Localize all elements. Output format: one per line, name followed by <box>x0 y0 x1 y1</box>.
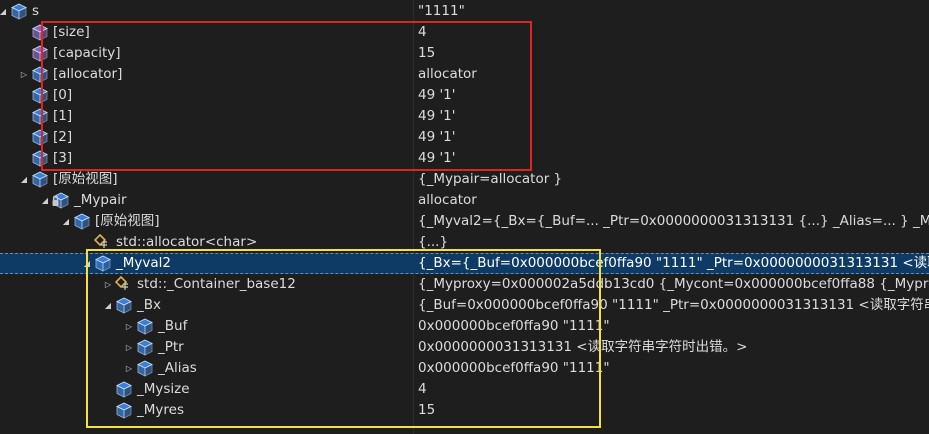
field-icon <box>115 402 133 419</box>
tree-row[interactable]: [1] 49 '1' <box>0 106 929 127</box>
variable-value[interactable]: 0x000000bcef0ffa90 "1111" <box>418 358 610 379</box>
collapsed-arrow-icon[interactable]: ▷ <box>124 358 134 379</box>
expanded-arrow-icon[interactable]: ◢ <box>82 254 92 273</box>
field-icon <box>31 66 49 83</box>
tree-row[interactable]: [3] 49 '1' <box>0 148 929 169</box>
variable-value[interactable]: allocator <box>418 190 477 211</box>
tree-row[interactable]: [0] 49 '1' <box>0 85 929 106</box>
tree-row[interactable]: ▷ [allocator] allocator <box>0 64 929 85</box>
variable-name: std::allocator<char> <box>116 234 258 250</box>
variable-value[interactable]: {_Bx={_Buf=0x000000bcef0ffa90 "1111" _Pt… <box>418 254 929 273</box>
variable-value[interactable]: 49 '1' <box>418 85 455 106</box>
tree-row[interactable]: ◢ [原始视图] {_Myval2={_Bx={_Buf=... _Ptr=0x00… <box>0 211 929 232</box>
field-icon <box>31 108 49 125</box>
tree-row[interactable]: _Myres 15 <box>0 400 929 421</box>
tree-row[interactable]: [capacity] 15 <box>0 43 929 64</box>
variable-name: [capacity] <box>53 45 121 61</box>
variable-name: [allocator] <box>53 66 123 82</box>
tree-row[interactable]: ◢ _Mypair allocator <box>0 190 929 211</box>
variable-name: [原始视图] <box>95 213 160 229</box>
variable-value[interactable]: 4 <box>418 379 427 400</box>
tree-row[interactable]: ▷ _Buf 0x000000bcef0ffa90 "1111" <box>0 316 929 337</box>
tree-row[interactable]: ▷ _Ptr 0x0000000031313131 <读取字符串字符时出错。> <box>0 337 929 358</box>
tree-row[interactable]: ▷ std::_Container_base12 {_Myproxy=0x00000… <box>0 274 929 295</box>
variable-value[interactable]: {_Buf=0x000000bcef0ffa90 "1111" _Ptr=0x0… <box>418 295 929 316</box>
field-icon <box>10 3 28 20</box>
field-icon <box>31 87 49 104</box>
collapsed-arrow-icon[interactable]: ▷ <box>103 274 113 295</box>
expanded-arrow-icon[interactable]: ◢ <box>19 169 29 190</box>
tree-row[interactable]: ◢ _Myval2 {_Bx={_Buf=0x000000bcef0ffa90 "1… <box>0 253 929 274</box>
variable-name: [size] <box>53 24 90 40</box>
variable-value[interactable]: 49 '1' <box>418 127 455 148</box>
expanded-arrow-icon[interactable]: ◢ <box>61 211 71 232</box>
variable-name: s <box>32 3 40 19</box>
variable-name: _Myres <box>137 402 184 418</box>
variable-name: [原始视图] <box>53 171 118 187</box>
private-field-icon <box>52 192 70 209</box>
variable-name: std::_Container_base12 <box>137 276 296 292</box>
base-class-icon <box>93 233 112 251</box>
expanded-arrow-icon[interactable]: ◢ <box>103 295 113 316</box>
watch-tree: ◢ s "1111" [size] 4 [capacity] 15 ▷ [allocator] a… <box>0 0 929 434</box>
property-icon <box>31 24 49 41</box>
variable-value[interactable]: 0x0000000031313131 <读取字符串字符时出错。> <box>418 337 747 358</box>
field-icon <box>73 213 91 230</box>
variable-value[interactable]: 15 <box>418 400 435 421</box>
variable-name: _Bx <box>137 297 162 313</box>
field-icon <box>31 129 49 146</box>
tree-row[interactable]: _Mysize 4 <box>0 379 929 400</box>
field-icon <box>115 297 133 314</box>
tree-row[interactable]: ◢ s "1111" <box>0 1 929 22</box>
tree-row[interactable]: std::allocator<char> {...} <box>0 232 929 253</box>
field-icon <box>94 255 112 272</box>
variable-name: _Mysize <box>137 381 190 397</box>
variable-value[interactable]: {...} <box>418 232 448 253</box>
tree-row[interactable]: [2] 49 '1' <box>0 127 929 148</box>
field-icon <box>31 171 49 188</box>
collapsed-arrow-icon[interactable]: ▷ <box>124 316 134 337</box>
variable-name: [0] <box>53 87 73 103</box>
variable-name: _Mypair <box>74 192 127 208</box>
expanded-arrow-icon[interactable]: ◢ <box>40 190 50 211</box>
variable-name: [1] <box>53 108 73 124</box>
variable-value[interactable]: allocator <box>418 64 477 85</box>
tree-row[interactable]: ◢ [原始视图] {_Mypair=allocator } <box>0 169 929 190</box>
base-class-icon <box>114 275 133 293</box>
field-icon <box>115 381 133 398</box>
tree-row[interactable]: [size] 4 <box>0 22 929 43</box>
field-icon <box>31 150 49 167</box>
variable-value[interactable]: 15 <box>418 43 435 64</box>
field-icon <box>136 339 154 356</box>
variable-name: _Myval2 <box>116 255 171 271</box>
variable-name: _Buf <box>158 318 188 334</box>
variable-value[interactable]: 4 <box>418 22 427 43</box>
variable-name: _Alias <box>158 360 197 376</box>
expanded-arrow-icon[interactable]: ◢ <box>0 1 8 22</box>
tree-row[interactable]: ◢ _Bx {_Buf=0x000000bcef0ffa90 "1111" _Ptr… <box>0 295 929 316</box>
variable-value[interactable]: "1111" <box>418 1 465 22</box>
variable-value[interactable]: {_Myval2={_Bx={_Buf=... _Ptr=0x000000003… <box>418 211 929 232</box>
variable-name: [3] <box>53 150 73 166</box>
variable-value[interactable]: {_Myproxy=0x000002a5ddb13cd0 {_Mycont=0x… <box>418 274 929 295</box>
variable-name: _Ptr <box>158 339 184 355</box>
collapsed-arrow-icon[interactable]: ▷ <box>19 64 29 85</box>
property-icon <box>31 45 49 62</box>
variable-value[interactable]: {_Mypair=allocator } <box>418 169 562 190</box>
tree-row[interactable]: ▷ _Alias 0x000000bcef0ffa90 "1111" <box>0 358 929 379</box>
field-icon <box>136 360 154 377</box>
variable-value[interactable]: 0x000000bcef0ffa90 "1111" <box>418 316 610 337</box>
variable-value[interactable]: 49 '1' <box>418 106 455 127</box>
collapsed-arrow-icon[interactable]: ▷ <box>124 337 134 358</box>
field-icon <box>136 318 154 335</box>
variable-name: [2] <box>53 129 73 145</box>
variable-value[interactable]: 49 '1' <box>418 148 455 169</box>
